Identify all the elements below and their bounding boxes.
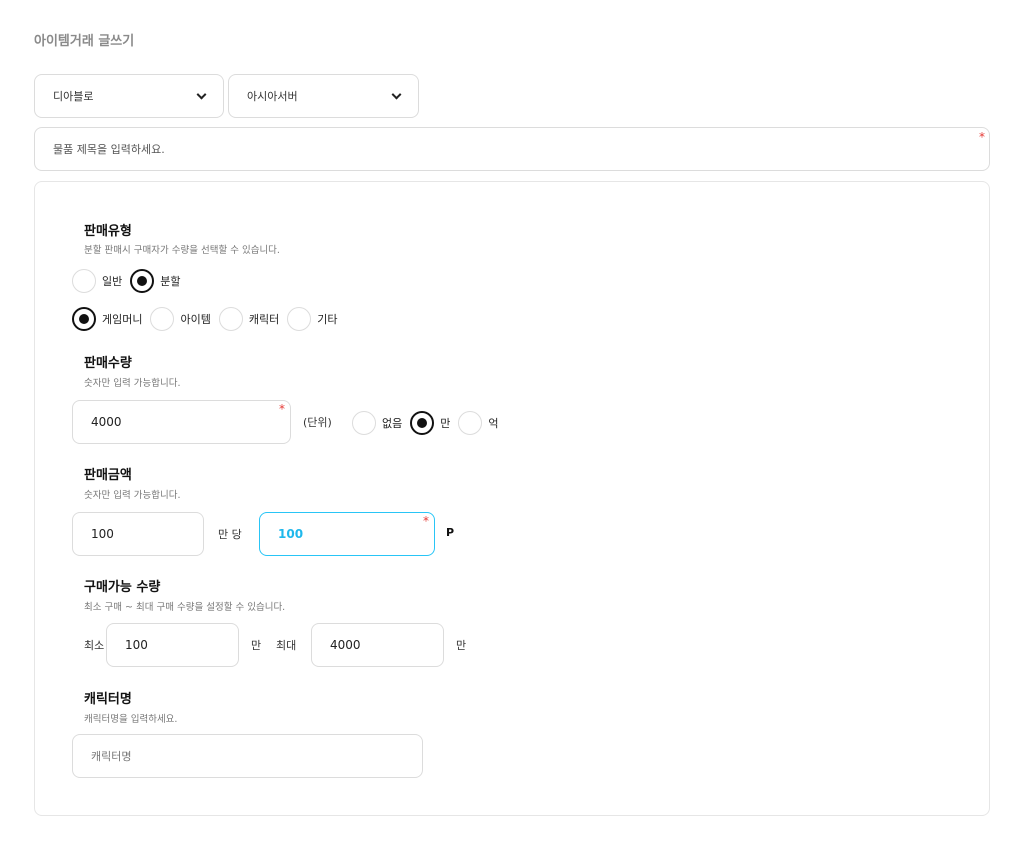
radio-unit-none[interactable]: 없음 — [352, 411, 402, 435]
required-mark: * — [979, 130, 985, 144]
price-title: 판매금액 — [84, 468, 132, 483]
radio-label: 기타 — [317, 313, 338, 326]
radio-circle — [352, 411, 376, 435]
character-name-placeholder: 캐릭터명 — [91, 750, 132, 763]
character-title: 캐릭터명 — [84, 692, 132, 707]
radio-label: 억 — [488, 417, 499, 430]
price-desc: 숫자만 입력 가능합니다. — [84, 490, 181, 501]
radio-label: 게임머니 — [102, 313, 143, 326]
min-unit-label: 만 — [251, 639, 262, 652]
sale-mode-group: 일반 분할 — [72, 269, 189, 293]
currency-label: P — [446, 526, 455, 539]
radio-circle — [130, 269, 155, 293]
radio-category-item[interactable]: 아이템 — [150, 307, 211, 331]
sale-type-title: 판매유형 — [84, 224, 132, 239]
max-unit-label: 만 — [456, 639, 467, 652]
quantity-input[interactable]: 4000 — [72, 400, 291, 444]
chevron-down-icon — [196, 89, 207, 100]
radio-label: 아이템 — [180, 313, 211, 326]
max-quantity-value: 4000 — [330, 638, 361, 652]
radio-category-character[interactable]: 캐릭터 — [218, 307, 280, 331]
max-quantity-input[interactable]: 4000 — [311, 623, 444, 667]
radio-mode-split[interactable]: 분할 — [130, 269, 181, 293]
min-quantity-input[interactable]: 100 — [106, 623, 239, 667]
radio-category-game-money[interactable]: 게임머니 — [72, 307, 142, 331]
radio-label: 캐릭터 — [248, 313, 280, 326]
chevron-down-icon — [391, 89, 402, 100]
price-amount-input[interactable]: 100 — [259, 512, 435, 556]
unit-group: 없음 만 억 — [352, 411, 507, 435]
server-select[interactable]: 아시아서버 — [228, 74, 419, 118]
radio-circle — [287, 307, 312, 331]
sale-type-desc: 분할 판매시 구매자가 수량을 선택할 수 있습니다. — [84, 245, 280, 256]
min-label: 최소 — [84, 639, 105, 652]
required-mark: * — [423, 514, 429, 528]
game-select[interactable]: 디아블로 — [34, 74, 224, 118]
radio-category-etc[interactable]: 기타 — [287, 307, 337, 331]
price-per-value: 100 — [91, 527, 114, 541]
game-select-value: 디아블로 — [53, 90, 94, 103]
radio-label: 만 — [440, 417, 451, 430]
purchase-range-title: 구매가능 수량 — [84, 580, 161, 595]
character-name-input[interactable]: 캐릭터명 — [72, 734, 423, 778]
price-amount-value: 100 — [278, 527, 304, 541]
max-label: 최대 — [276, 639, 297, 652]
radio-circle — [72, 269, 96, 293]
radio-circle — [150, 307, 175, 331]
page-title: 아이템거래 글쓰기 — [34, 34, 135, 49]
purchase-range-desc: 최소 구매 ~ 최대 구매 수량을 설정할 수 있습니다. — [84, 602, 286, 613]
radio-unit-eok[interactable]: 억 — [458, 411, 499, 435]
radio-circle — [218, 307, 243, 331]
quantity-title: 판매수량 — [84, 356, 132, 371]
min-quantity-value: 100 — [125, 638, 148, 652]
per-label: 만 당 — [218, 528, 242, 541]
radio-label: 일반 — [102, 275, 123, 288]
radio-label: 없음 — [382, 417, 403, 430]
radio-unit-man[interactable]: 만 — [410, 411, 450, 435]
item-title-placeholder: 물품 제목을 입력하세요. — [53, 143, 165, 156]
price-per-input[interactable]: 100 — [72, 512, 204, 556]
item-title-input[interactable]: 물품 제목을 입력하세요. — [34, 127, 990, 171]
unit-label: (단위) — [303, 416, 332, 429]
radio-circle — [458, 411, 483, 435]
server-select-value: 아시아서버 — [247, 90, 298, 103]
character-desc: 캐릭터명을 입력하세요. — [84, 714, 178, 725]
radio-mode-normal[interactable]: 일반 — [72, 269, 122, 293]
radio-circle — [72, 307, 96, 331]
quantity-value: 4000 — [91, 415, 122, 429]
radio-label: 분할 — [160, 275, 181, 288]
required-mark: * — [279, 402, 285, 416]
quantity-desc: 숫자만 입력 가능합니다. — [84, 378, 181, 389]
radio-circle — [410, 411, 435, 435]
sale-category-group: 게임머니 아이템 캐릭터 기타 — [72, 307, 345, 331]
